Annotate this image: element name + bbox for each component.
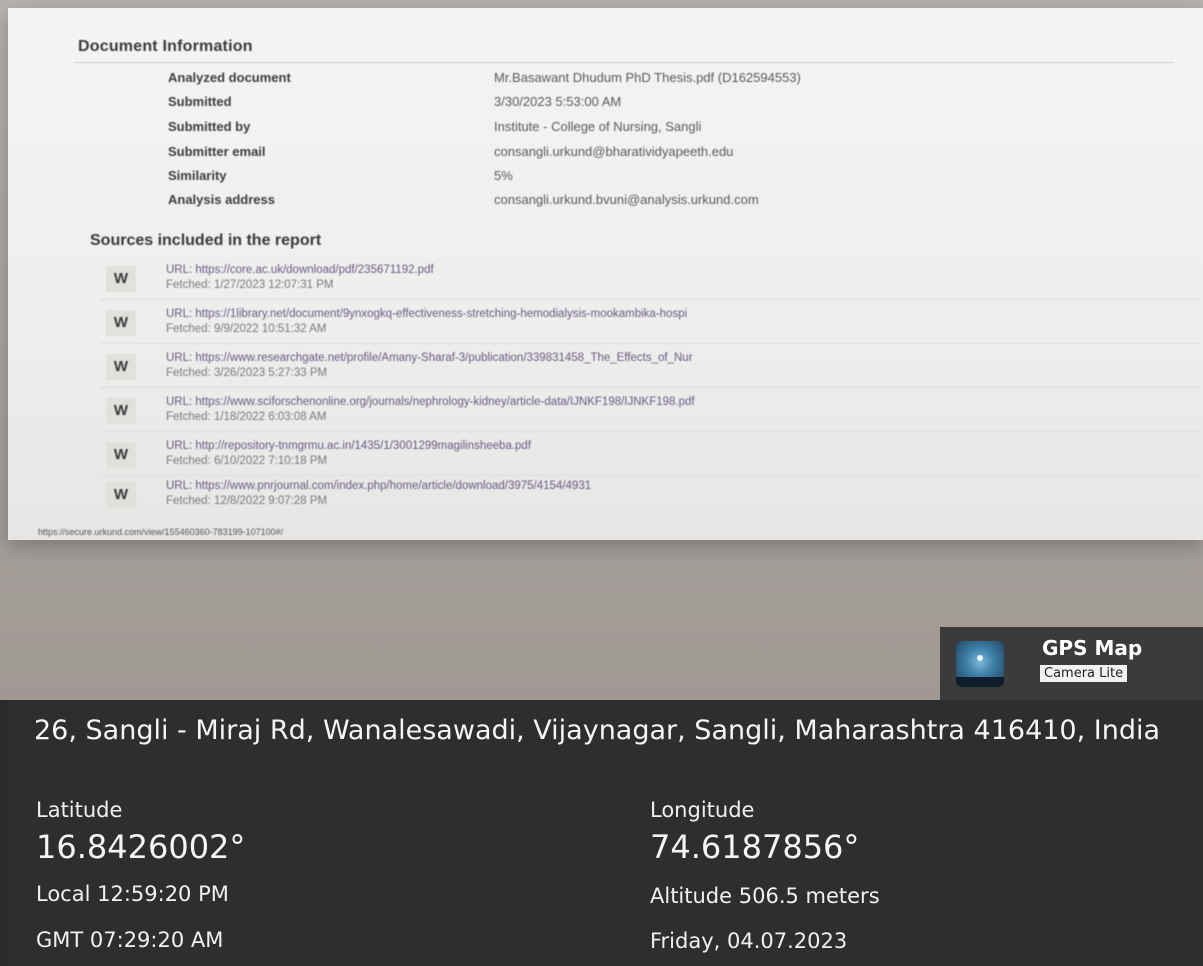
- title-divider: [74, 62, 1174, 63]
- web-source-icon: W: [106, 310, 136, 336]
- gps-map-app-icon: [956, 641, 1004, 687]
- info-label: Submitter email: [168, 144, 266, 159]
- row-divider: [100, 475, 1200, 476]
- photo-background: Document Information Analyzed document M…: [0, 0, 1203, 700]
- source-url-link[interactable]: URL: https://www.researchgate.net/profil…: [166, 352, 693, 364]
- info-value: consangli.urkund.bvuni@analysis.urkund.c…: [494, 192, 759, 207]
- info-label: Submitted by: [168, 119, 251, 134]
- gps-app-subtitle: Camera Lite: [1040, 665, 1128, 682]
- web-source-icon: W: [106, 482, 136, 508]
- gps-address: 26, Sangli - Miraj Rd, Wanalesawadi, Vij…: [34, 715, 1161, 746]
- info-label: Analyzed document: [168, 70, 291, 85]
- document-information-title: Document Information: [78, 38, 253, 55]
- source-item[interactable]: W URL: http://repository-tnmgrmu.ac.in/1…: [100, 438, 1200, 476]
- info-value: Mr.Basawant Dhudum PhD Thesis.pdf (D1625…: [494, 70, 801, 85]
- source-fetched-date: Fetched: 12/8/2022 9:07:28 PM: [166, 495, 328, 507]
- altitude: Altitude 506.5 meters: [650, 884, 880, 908]
- source-url-link[interactable]: URL: https://www.pnrjournal.com/index.ph…: [166, 480, 591, 492]
- gps-info-panel: 26, Sangli - Miraj Rd, Wanalesawadi, Vij…: [8, 700, 1203, 966]
- info-value: 3/30/2023 5:53:00 AM: [494, 94, 622, 109]
- source-item[interactable]: W URL: https://core.ac.uk/download/pdf/2…: [100, 262, 1200, 300]
- source-fetched-date: Fetched: 1/27/2023 12:07:31 PM: [166, 279, 334, 291]
- row-divider: [100, 343, 1200, 344]
- longitude-value: 74.6187856°: [650, 828, 860, 866]
- source-fetched-date: Fetched: 6/10/2022 7:10:18 PM: [166, 455, 328, 467]
- monitor-screen: Document Information Analyzed document M…: [8, 8, 1203, 540]
- source-item[interactable]: W URL: https://www.researchgate.net/prof…: [100, 350, 1200, 388]
- latitude-label: Latitude: [36, 798, 123, 822]
- row-divider: [100, 431, 1200, 432]
- source-url-link[interactable]: URL: http://repository-tnmgrmu.ac.in/143…: [166, 440, 531, 452]
- web-source-icon: W: [106, 442, 136, 468]
- source-item[interactable]: W URL: https://www.pnrjournal.com/index.…: [100, 478, 1200, 516]
- source-url-link[interactable]: URL: https://www.sciforschenonline.org/j…: [166, 396, 695, 408]
- report-page: Document Information Analyzed document M…: [8, 8, 1203, 540]
- gps-app-title: GPS Map: [1042, 636, 1143, 660]
- date: Friday, 04.07.2023: [650, 929, 848, 953]
- source-url-link[interactable]: URL: https://1library.net/document/9ynxo…: [166, 308, 687, 320]
- info-label: Analysis address: [168, 192, 275, 207]
- info-value: Institute - College of Nursing, Sangli: [494, 119, 702, 134]
- web-source-icon: W: [106, 354, 136, 380]
- web-source-icon: W: [106, 398, 136, 424]
- latitude-value: 16.8426002°: [36, 828, 246, 866]
- info-value: 5%: [494, 168, 513, 183]
- location-dot-icon: [977, 655, 983, 661]
- icon-bar: [956, 677, 1004, 687]
- longitude-label: Longitude: [650, 798, 755, 822]
- source-item[interactable]: W URL: https://www.sciforschenonline.org…: [100, 394, 1200, 432]
- browser-status-url: https://secure.urkund.com/view/155460360…: [38, 527, 284, 537]
- source-fetched-date: Fetched: 3/26/2023 5:27:33 PM: [166, 367, 328, 379]
- source-fetched-date: Fetched: 1/18/2022 6:03:08 AM: [166, 411, 327, 423]
- gmt-time: GMT 07:29:20 AM: [36, 928, 224, 952]
- info-value: consangli.urkund@bharatividyapeeth.edu: [494, 144, 734, 159]
- web-source-icon: W: [106, 266, 136, 292]
- source-fetched-date: Fetched: 9/9/2022 10:51:32 AM: [166, 323, 327, 335]
- gps-app-badge: GPS Map Camera Lite: [940, 627, 1203, 700]
- row-divider: [100, 299, 1200, 300]
- local-time: Local 12:59:20 PM: [36, 882, 229, 906]
- info-label: Similarity: [168, 168, 227, 183]
- source-url-link[interactable]: URL: https://core.ac.uk/download/pdf/235…: [166, 264, 434, 276]
- source-item[interactable]: W URL: https://1library.net/document/9yn…: [100, 306, 1200, 344]
- row-divider: [100, 387, 1200, 388]
- info-label: Submitted: [168, 94, 232, 109]
- sources-title: Sources included in the report: [90, 232, 322, 249]
